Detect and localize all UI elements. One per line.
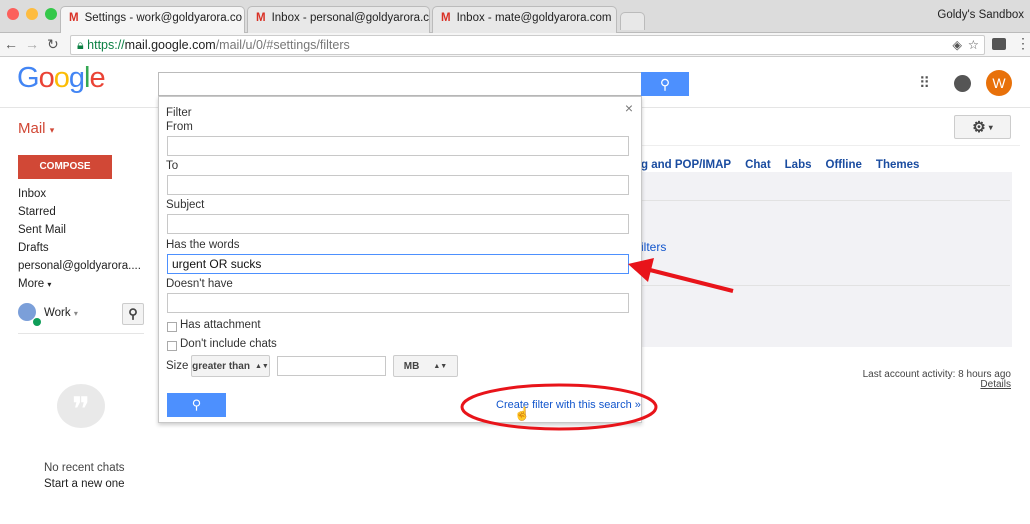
annotation-arrow-head [628,258,654,282]
annotation-overlay: ☝ [460,258,734,431]
annotation-ellipse [460,383,658,431]
annotation-arrow-line [649,268,734,293]
hand-cursor-icon: ☝ [514,405,530,422]
